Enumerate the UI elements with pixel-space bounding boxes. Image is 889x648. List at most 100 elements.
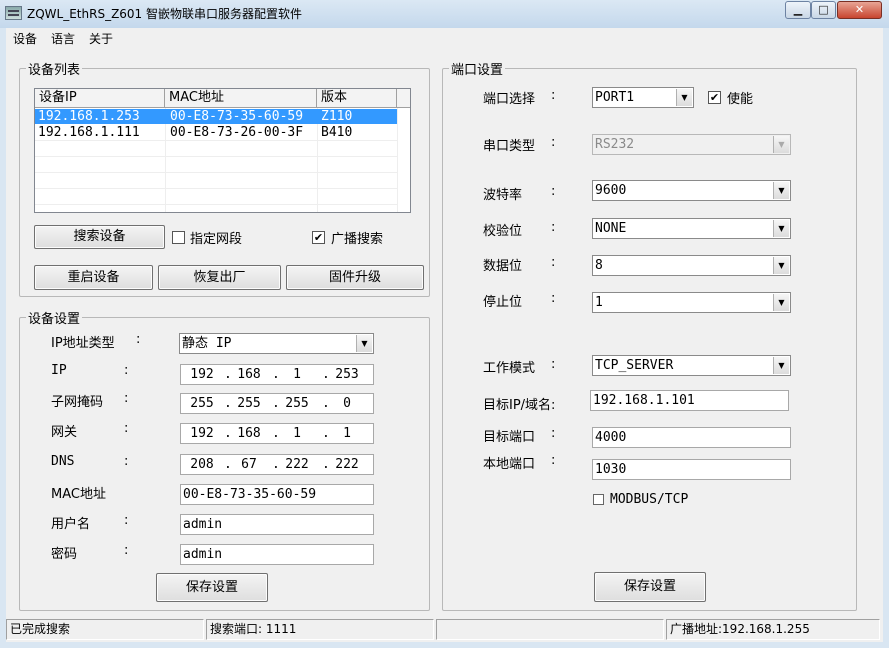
- password-label: 密码: [51, 547, 78, 562]
- parity-select[interactable]: NONE ▼: [592, 218, 791, 239]
- ip-octet[interactable]: 1: [279, 366, 315, 383]
- device-settings-title: 设备设置: [26, 308, 83, 327]
- modbus-tcp-checkbox[interactable]: [593, 494, 604, 505]
- col-header-mac[interactable]: MAC地址: [165, 89, 317, 108]
- label-colon: :: [551, 357, 556, 372]
- app-icon: [5, 6, 22, 20]
- stop-bits-select[interactable]: 1 ▼: [592, 292, 791, 313]
- factory-reset-button[interactable]: 恢复出厂: [158, 265, 281, 290]
- mask-octet[interactable]: 0: [329, 395, 365, 412]
- grid-line: [397, 108, 398, 212]
- dns-octet[interactable]: 222: [329, 456, 365, 473]
- title-bar[interactable]: ZQWL_EthRS_Z601 智嵌物联串口服务器配置软件 ▁ □ ✕: [0, 0, 889, 28]
- grid-line: [35, 156, 397, 157]
- work-mode-select[interactable]: TCP_SERVER ▼: [592, 355, 791, 376]
- ip-octet[interactable]: 192: [184, 366, 220, 383]
- col-header-version[interactable]: 版本: [317, 89, 397, 108]
- dns-field[interactable]: 208 . 67 . 222 . 222: [180, 454, 374, 475]
- chevron-down-icon[interactable]: ▼: [773, 257, 789, 274]
- mask-octet[interactable]: 255: [231, 395, 267, 412]
- gateway-octet[interactable]: 168: [231, 425, 267, 442]
- modbus-tcp-label: MODBUS/TCP: [610, 492, 689, 507]
- stop-bits-value: 1: [595, 295, 603, 310]
- status-state: 已完成搜索: [6, 619, 204, 640]
- mac-field[interactable]: 00-E8-73-35-60-59: [180, 484, 374, 505]
- parity-label: 校验位: [483, 224, 523, 239]
- subnet-mask-field[interactable]: 255 . 255 . 255 . 0: [180, 393, 374, 414]
- data-bits-label: 数据位: [483, 259, 523, 274]
- label-colon: :: [551, 220, 556, 235]
- serial-type-value: RS232: [595, 137, 635, 152]
- search-device-button[interactable]: 搜索设备: [34, 225, 165, 249]
- gateway-octet[interactable]: 192: [184, 425, 220, 442]
- chevron-down-icon[interactable]: ▼: [676, 89, 692, 106]
- label-colon: :: [124, 454, 129, 469]
- cell-mac: 00-E8-73-26-00-3F: [170, 125, 304, 140]
- label-colon: :: [124, 391, 129, 406]
- dns-octet[interactable]: 67: [231, 456, 267, 473]
- password-field[interactable]: admin: [180, 544, 374, 565]
- target-ip-field[interactable]: 192.168.1.101: [590, 390, 789, 411]
- segment-checkbox-label: 指定网段: [190, 232, 243, 247]
- broadcast-checkbox[interactable]: ✔: [312, 231, 325, 244]
- chevron-down-icon[interactable]: ▼: [773, 294, 789, 311]
- ip-octet[interactable]: 168: [231, 366, 267, 383]
- chevron-down-icon[interactable]: ▼: [356, 335, 372, 352]
- status-search-port: 搜索端口: 1111: [206, 619, 434, 640]
- save-port-settings-button[interactable]: 保存设置: [594, 572, 706, 602]
- local-port-field[interactable]: 1030: [592, 459, 791, 480]
- grid-line: [35, 204, 397, 205]
- firmware-upgrade-button[interactable]: 固件升级: [286, 265, 424, 290]
- menu-language[interactable]: 语言: [51, 30, 75, 47]
- dns-octet[interactable]: 222: [279, 456, 315, 473]
- data-bits-select[interactable]: 8 ▼: [592, 255, 791, 276]
- port-select[interactable]: PORT1 ▼: [592, 87, 694, 108]
- ip-address-field[interactable]: 192 . 168 . 1 . 253: [180, 364, 374, 385]
- port-settings-title: 端口设置: [449, 59, 506, 78]
- gateway-octet[interactable]: 1: [279, 425, 315, 442]
- mask-octet[interactable]: 255: [279, 395, 315, 412]
- work-mode-value: TCP_SERVER: [595, 358, 674, 373]
- label-colon: :: [124, 421, 129, 436]
- baud-rate-select[interactable]: 9600 ▼: [592, 180, 791, 201]
- status-bar: 已完成搜索 搜索端口: 1111 广播地址:192.168.1.255: [6, 616, 883, 642]
- chevron-down-icon[interactable]: ▼: [773, 220, 789, 237]
- mask-octet[interactable]: 255: [184, 395, 220, 412]
- segment-checkbox[interactable]: [172, 231, 185, 244]
- chevron-down-icon[interactable]: ▼: [773, 182, 789, 199]
- maximize-icon[interactable]: □: [811, 1, 836, 19]
- grid-line: [35, 188, 397, 189]
- dns-octet[interactable]: 208: [184, 456, 220, 473]
- ip-type-select[interactable]: 静态 IP ▼: [179, 333, 374, 354]
- col-header-ip[interactable]: 设备IP: [35, 89, 165, 108]
- close-icon[interactable]: ✕: [837, 1, 882, 19]
- target-port-field[interactable]: 4000: [592, 427, 791, 448]
- gateway-field[interactable]: 192 . 168 . 1 . 1: [180, 423, 374, 444]
- menu-about[interactable]: 关于: [89, 30, 113, 47]
- device-table[interactable]: 设备IP MAC地址 版本 192.168.1.253 00-E8-73-35-…: [34, 88, 411, 213]
- minimize-icon[interactable]: ▁: [785, 1, 811, 19]
- restart-device-button[interactable]: 重启设备: [34, 265, 153, 290]
- enable-checkbox[interactable]: ✔: [708, 91, 721, 104]
- ip-octet[interactable]: 253: [329, 366, 365, 383]
- label-colon: :: [136, 332, 141, 347]
- menu-device[interactable]: 设备: [13, 30, 37, 47]
- gateway-octet[interactable]: 1: [329, 425, 365, 442]
- table-row[interactable]: 192.168.1.253 00-E8-73-35-60-59 Z110: [35, 109, 397, 124]
- label-colon: :: [124, 543, 129, 558]
- chevron-down-icon[interactable]: ▼: [773, 357, 789, 374]
- label-colon: :: [124, 363, 129, 378]
- mac-label: MAC地址: [51, 487, 106, 502]
- username-field[interactable]: admin: [180, 514, 374, 535]
- username-label: 用户名: [51, 517, 91, 532]
- target-port-label: 目标端口: [483, 430, 536, 445]
- port-value: PORT1: [595, 90, 635, 105]
- target-ip-label: 目标IP/域名:: [483, 398, 556, 413]
- table-row[interactable]: 192.168.1.111 00-E8-73-26-00-3F B410: [35, 125, 397, 140]
- save-device-settings-button[interactable]: 保存设置: [156, 573, 268, 602]
- stop-bits-label: 停止位: [483, 295, 523, 310]
- baud-rate-label: 波特率: [483, 188, 523, 203]
- work-mode-label: 工作模式: [483, 361, 536, 376]
- baud-rate-value: 9600: [595, 183, 627, 198]
- col-header-filler: [397, 89, 410, 108]
